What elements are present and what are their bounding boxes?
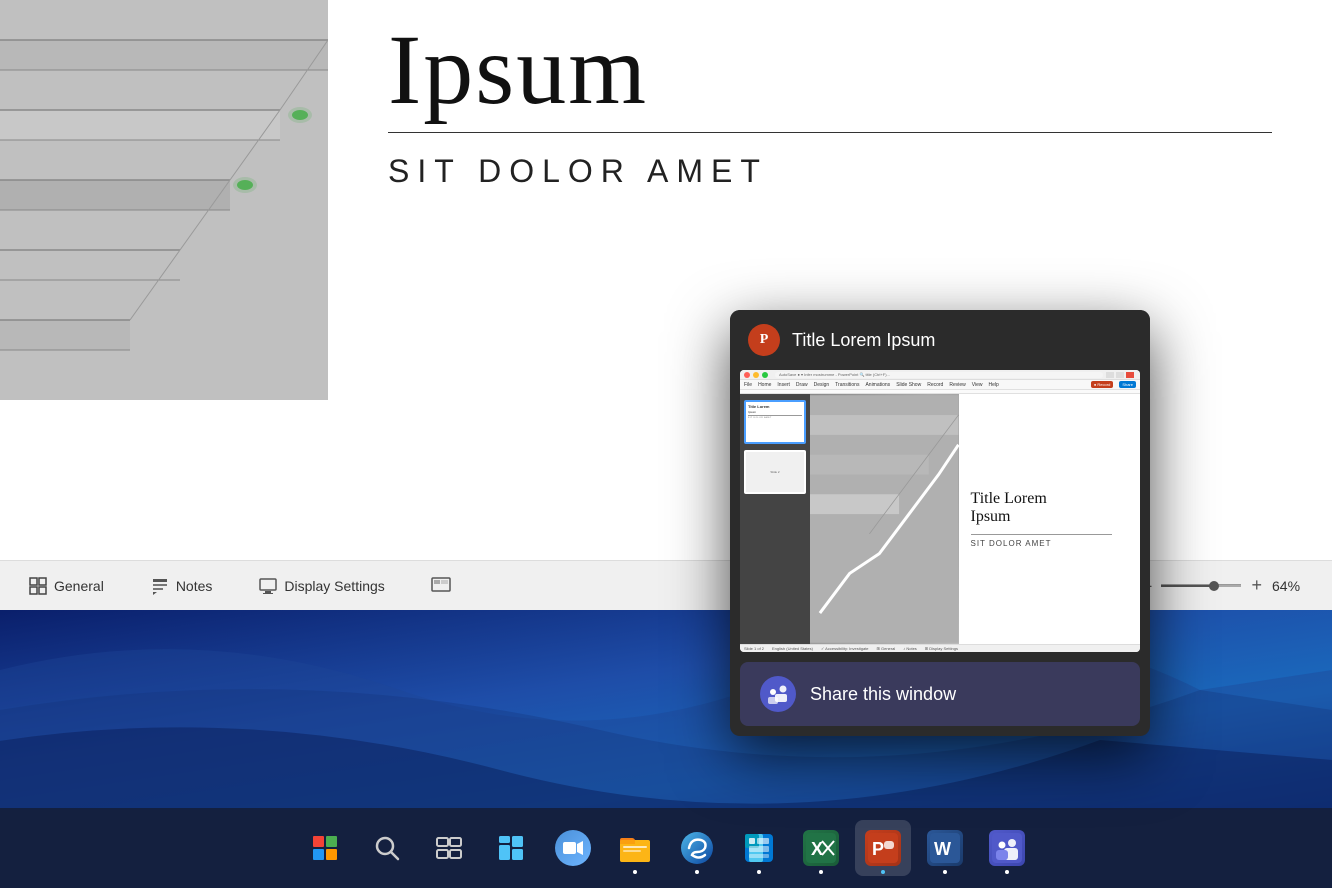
task-view-icon: [431, 830, 467, 866]
slide-divider: [388, 132, 1272, 133]
general-button[interactable]: General: [20, 572, 112, 600]
popup-title: Title Lorem Ipsum: [792, 330, 935, 351]
taskbar-dot-edge: [695, 870, 699, 874]
share-text: Share this window: [810, 684, 956, 705]
svg-text:X: X: [811, 839, 823, 859]
ppt-slide-text: Title LoremIpsum SIT DOLOR AMET: [959, 394, 1141, 644]
zoom-area: — + 64%: [1133, 575, 1312, 596]
teams-share-icon: [760, 676, 796, 712]
ppt-menu-bar: File Home Insert Draw Design Transitions…: [740, 380, 1140, 390]
slide-thumb-1[interactable]: Title Lorem Ipsum SIT DOLOR AMET: [744, 400, 806, 444]
excel-icon: X: [803, 830, 839, 866]
ppt-content-area: Title Lorem Ipsum SIT DOLOR AMET Slide 2: [740, 394, 1140, 644]
slide-title: Ipsum: [388, 20, 1272, 120]
notes-button[interactable]: Notes: [142, 572, 221, 600]
ppt-slides-panel: Title Lorem Ipsum SIT DOLOR AMET Slide 2: [740, 394, 810, 644]
ppt-popup-icon: P: [748, 324, 780, 356]
ppt-preview-subtitle: SIT DOLOR AMET: [971, 539, 1129, 548]
zoom-app-icon: [555, 830, 591, 866]
edge-icon: [679, 830, 715, 866]
taskbar-excel[interactable]: X: [793, 820, 849, 876]
ppt-mini-window: AutoSave ● ▾ Infer mostrumme - PowerPoin…: [740, 370, 1140, 652]
general-label: General: [54, 578, 104, 594]
taskbar-teams[interactable]: [979, 820, 1035, 876]
slide-thumb-2[interactable]: Slide 2: [744, 450, 806, 494]
taskbar-zoom[interactable]: [545, 820, 601, 876]
zoom-slider[interactable]: [1161, 584, 1241, 587]
taskbar-store[interactable]: [731, 820, 787, 876]
svg-text:W: W: [934, 839, 951, 859]
taskbar-file-explorer[interactable]: [607, 820, 663, 876]
ppt-slide-image: [810, 394, 959, 644]
general-icon: [28, 576, 48, 596]
taskbar-word[interactable]: W: [917, 820, 973, 876]
taskbar-dot-ppt: [881, 870, 885, 874]
taskbar-dot-teams: [1005, 870, 1009, 874]
display-settings-button[interactable]: Display Settings: [250, 572, 392, 600]
file-explorer-icon: [617, 830, 653, 866]
word-icon: W: [927, 830, 963, 866]
share-window-button[interactable]: Share this window: [740, 662, 1140, 726]
svg-text:P: P: [872, 839, 884, 859]
taskbar-dot-store: [757, 870, 761, 874]
slide-subtitle: SIT DOLOR AMET: [388, 153, 1272, 190]
ppt-window-chrome: AutoSave ● ▾ Infer mostrumme - PowerPoin…: [740, 370, 1140, 380]
search-icon: [369, 830, 405, 866]
popup-header: P Title Lorem Ipsum: [730, 310, 1150, 370]
display-settings-label: Display Settings: [284, 578, 384, 594]
ppt-preview-divider: [971, 534, 1113, 535]
taskbar-task-view[interactable]: [421, 820, 477, 876]
ppt-main-slide: Title LoremIpsum SIT DOLOR AMET: [810, 394, 1140, 644]
powerpoint-icon: P: [865, 830, 901, 866]
taskbar-search[interactable]: [359, 820, 415, 876]
taskbar-dot: [633, 870, 637, 874]
slide-image: [0, 0, 328, 400]
zoom-percent: 64%: [1272, 578, 1312, 594]
teams-icon: [989, 830, 1025, 866]
windows-icon: [307, 830, 343, 866]
notes-icon: [150, 576, 170, 596]
ppt-preview-popup: P Title Lorem Ipsum AutoSave ● ▾ Infer m…: [730, 310, 1150, 736]
taskbar-widgets[interactable]: [483, 820, 539, 876]
notes-label: Notes: [176, 578, 213, 594]
taskbar-dot-word: [943, 870, 947, 874]
slide-view-icon: [431, 576, 451, 596]
display-settings-icon: [258, 576, 278, 596]
taskbar: X P W: [0, 808, 1332, 888]
ppt-mini-status: Slide 1 of 2 English (United States) ✓ A…: [740, 644, 1140, 652]
zoom-plus[interactable]: +: [1251, 575, 1262, 596]
view-icon-button[interactable]: [423, 572, 459, 600]
taskbar-start[interactable]: [297, 820, 353, 876]
store-icon: [741, 830, 777, 866]
taskbar-dot-excel: [819, 870, 823, 874]
ppt-preview-title: Title LoremIpsum: [971, 490, 1129, 526]
widgets-icon: [493, 830, 529, 866]
taskbar-edge[interactable]: [669, 820, 725, 876]
taskbar-powerpoint[interactable]: P: [855, 820, 911, 876]
